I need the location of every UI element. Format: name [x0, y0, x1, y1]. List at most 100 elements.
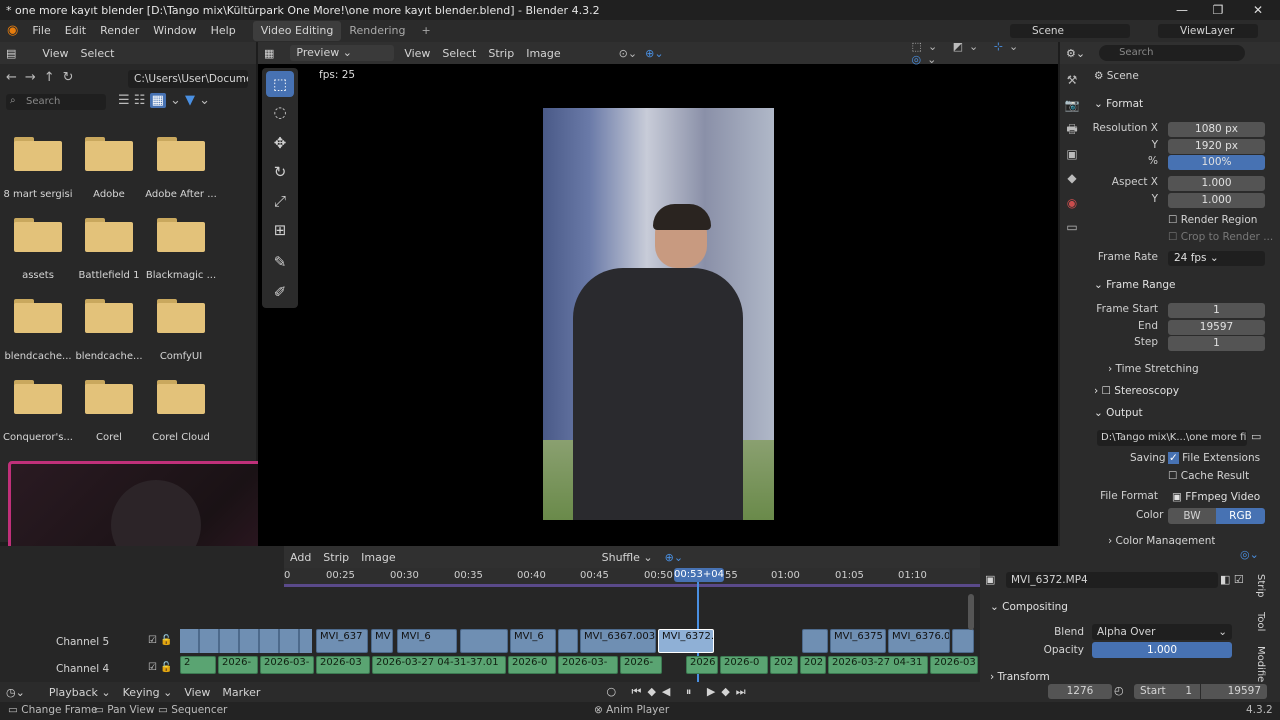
file-format-select[interactable]: ▣ FFmpeg Video ⌄ [1168, 490, 1265, 518]
frame-start-row[interactable]: Frame Start 1 [1090, 303, 1270, 319]
folder-item[interactable]: 8 mart sergisi [2, 137, 74, 200]
playhead-time[interactable]: 00:53+04 [674, 568, 724, 582]
editor-type-icon[interactable]: ◷⌄ [0, 686, 31, 699]
snap-icon[interactable]: ⊕⌄ [645, 47, 663, 60]
seq-menu-strip[interactable]: Strip [317, 551, 355, 564]
pivot-icon[interactable]: ⊙⌄ [619, 47, 637, 60]
folder-item[interactable]: blendcache... [73, 299, 145, 362]
aspect-x-row[interactable]: Aspect X 1.000 [1090, 176, 1270, 192]
audio-strip[interactable]: 2026-0 [508, 656, 556, 674]
fb-search-input[interactable]: Search [6, 94, 106, 110]
preview-mode-select[interactable]: Preview ⌄ [290, 45, 395, 61]
output-path-field[interactable]: D:\Tango mix\K...\one more final [1097, 430, 1247, 446]
select-circle-icon[interactable]: ◌ [266, 99, 294, 125]
end-frame-field[interactable]: 19597 [1201, 684, 1267, 699]
editor-type-icon[interactable]: ▦ [258, 47, 280, 60]
frame-step-field[interactable]: 1 [1168, 336, 1265, 351]
folder-item[interactable]: Corel [73, 380, 145, 443]
audio-strip[interactable]: 2026-03 [930, 656, 978, 674]
pv-menu-view[interactable]: View [398, 47, 436, 60]
frame-rate-select[interactable]: 24 fps ⌄ [1168, 251, 1265, 266]
frame-end-row[interactable]: End 19597 [1090, 320, 1270, 336]
folder-item[interactable]: Adobe [73, 137, 145, 200]
folder-item[interactable]: ComfyUI [145, 299, 217, 362]
editor-type-icon[interactable]: ⚙⌄ [1060, 47, 1091, 60]
blender-logo-icon[interactable]: ◉ [0, 20, 25, 42]
tab-strip[interactable]: Strip [1255, 574, 1266, 614]
move-tool-icon[interactable]: ✥ [266, 130, 294, 156]
video-strip-selected[interactable]: MVI_6372. [658, 629, 714, 653]
crop-checkbox[interactable]: ☐ Crop to Render ... [1168, 231, 1273, 243]
folder-item[interactable]: assets [2, 218, 74, 281]
tl-menu-keying[interactable]: Keying ⌄ [117, 686, 179, 699]
stopwatch-icon[interactable]: ◴ [1114, 684, 1124, 697]
audio-strip[interactable]: 2026- [620, 656, 662, 674]
fb-menu-view[interactable]: View [36, 47, 74, 60]
file-format-row[interactable]: File Format ▣ FFmpeg Video ⌄ [1090, 490, 1270, 518]
tl-menu-marker[interactable]: Marker [216, 686, 266, 699]
video-strip[interactable]: MVI_6 [397, 629, 457, 653]
pv-menu-image[interactable]: Image [520, 47, 566, 60]
view-layer-selector[interactable]: ViewLayer [1158, 24, 1258, 38]
preview-overlay-icons[interactable]: ⬚⌄ ◩⌄ ⊹⌄ ◎⌄ [912, 40, 1058, 66]
video-strip[interactable] [952, 629, 974, 653]
video-strip[interactable] [460, 629, 508, 653]
rotate-tool-icon[interactable]: ↻ [266, 159, 294, 185]
menu-window[interactable]: Window [146, 20, 203, 42]
sample-tool-icon[interactable]: ✎ [266, 249, 294, 275]
audio-strip[interactable]: 202 [800, 656, 826, 674]
res-pct-slider[interactable]: 100% [1168, 155, 1265, 170]
pv-menu-strip[interactable]: Strip [482, 47, 520, 60]
properties-tabs[interactable]: ⚒ 📷 🖶 ▣ ◆ ◉ ▭ [1063, 68, 1081, 240]
annotate-tool-icon[interactable]: ✐ [266, 279, 294, 305]
scene-selector[interactable]: Scene [1010, 24, 1130, 38]
tab-video-editing[interactable]: Video Editing [252, 21, 342, 41]
transform-section-header[interactable]: › Transform [990, 671, 1050, 681]
tl-menu-view[interactable]: View [178, 686, 216, 699]
res-y-row[interactable]: Y 1920 px [1090, 139, 1270, 155]
audio-strip[interactable]: 2026-03- [558, 656, 618, 674]
compositing-section-header[interactable]: ⌄ Compositing [990, 601, 1068, 613]
menu-edit[interactable]: Edit [58, 20, 93, 42]
overlap-mode-select[interactable]: Shuffle ⌄ [602, 551, 653, 564]
audio-strip[interactable]: 2026-03 [316, 656, 370, 674]
scale-tool-icon[interactable]: ⤢ [266, 188, 294, 214]
pv-menu-select[interactable]: Select [436, 47, 482, 60]
audio-strip[interactable]: 202 [770, 656, 798, 674]
video-strip[interactable]: MVI_6367.003 [580, 629, 656, 653]
current-frame-field[interactable]: 1276 [1048, 684, 1112, 699]
frame-step-row[interactable]: Step 1 [1090, 336, 1270, 352]
aspect-y-row[interactable]: Y 1.000 [1090, 193, 1270, 209]
maximize-icon[interactable]: ❐ [1200, 0, 1236, 20]
res-y-field[interactable]: 1920 px [1168, 139, 1265, 154]
frame-end-field[interactable]: 19597 [1168, 320, 1265, 335]
time-stretching-subpanel[interactable]: › Time Stretching [1108, 363, 1199, 375]
menu-file[interactable]: File [25, 20, 57, 42]
tab-modifiers[interactable]: Modifie [1255, 646, 1266, 686]
seq-menu-add[interactable]: Add [284, 551, 317, 564]
editor-type-icon[interactable]: ▤ [0, 47, 22, 60]
video-strip[interactable]: MV [371, 629, 393, 653]
audio-strip[interactable]: 2026-03- [260, 656, 314, 674]
audio-strip[interactable]: 2026-03-27 04-31-37.01 [372, 656, 506, 674]
video-strip[interactable]: MVI_6375 [830, 629, 886, 653]
audio-strip[interactable]: 2026 [686, 656, 718, 674]
aspect-y-field[interactable]: 1.000 [1168, 193, 1265, 208]
add-workspace-button[interactable]: + [414, 21, 439, 41]
res-x-row[interactable]: Resolution X 1080 px [1090, 122, 1270, 138]
audio-strip[interactable]: 2 [180, 656, 216, 674]
strip-mute-toggles[interactable]: ◧ ☑ [1220, 573, 1244, 586]
fb-path-field[interactable]: C:\Users\User\Docume... [128, 70, 248, 88]
audio-strip[interactable]: 2026-03-27 04-31 [828, 656, 928, 674]
frame-range-section-header[interactable]: ⌄ Frame Range [1094, 279, 1175, 291]
menu-render[interactable]: Render [93, 20, 146, 42]
properties-search-input[interactable]: Search [1099, 45, 1246, 61]
output-section-header[interactable]: ⌄ Output [1094, 407, 1143, 419]
video-strip[interactable]: MVI_6376.0 [888, 629, 950, 653]
fb-display-mode-icons[interactable]: ☰ ☷ ▦ ⌄ ▼ ⌄ [118, 93, 250, 111]
time-ruler[interactable] [284, 568, 980, 584]
strip-name-field[interactable]: MVI_6372.MP4 [1006, 572, 1218, 588]
tab-rendering[interactable]: Rendering [341, 21, 413, 41]
video-strip[interactable] [558, 629, 578, 653]
channel-4-toggles[interactable]: ☑ 🔓 [148, 662, 173, 673]
